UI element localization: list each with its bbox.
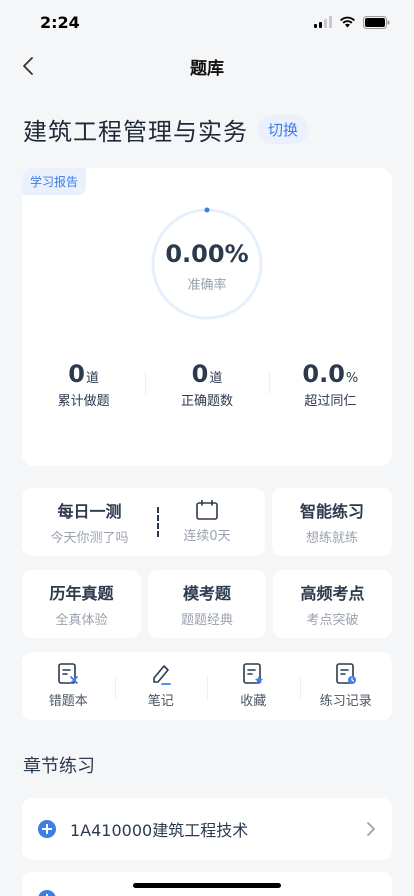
practice-record-icon [335,663,356,684]
accuracy-gauge-marker [204,207,210,213]
switch-subject-button[interactable]: 切换 [258,115,309,144]
mode-title: 模考题 [182,584,231,603]
tools-bar: 错题本 笔记 收藏 练习记录 [22,652,392,720]
stat-percentile: 0.0% 超过同仁 [268,360,392,409]
daily-test-title: 每日一测 [57,502,122,521]
past-exams-card[interactable]: 历年真题 全真体验 [22,570,141,638]
chapter-section-title: 章节练习 [23,756,95,777]
chevron-right-icon [367,822,375,836]
daily-test-info: 每日一测 今天你测了吗 [22,498,157,546]
daily-test-card[interactable]: 每日一测 今天你测了吗 连续0天 [22,488,265,556]
tool-label: 错题本 [48,694,88,709]
wrong-book-icon [58,663,79,684]
subject-header: 建筑工程管理与实务 切换 [23,112,309,147]
daily-test-subtitle: 今天你测了吗 [50,531,129,546]
mock-exams-card[interactable]: 模考题 题题经典 [148,570,266,638]
status-time: 2:24 [40,12,80,32]
study-report-card[interactable]: 学习报告 0.00% 准确率 0道 累计做题 0道 正确题数 0.0% 超过同仁 [22,168,392,466]
subject-title: 建筑工程管理与实务 [23,118,248,146]
note-pen-icon [152,665,171,685]
stat-unit: 道 [86,371,100,386]
daily-streak: 连续0天 [167,500,247,544]
signal-icon [314,16,332,28]
smart-practice-subtitle: 想练就练 [305,531,358,546]
battery-icon [363,15,390,29]
accuracy-label: 准确率 [187,278,227,293]
tool-label: 收藏 [240,694,267,709]
calendar-icon [196,500,218,520]
key-points-card[interactable]: 高频考点 考点突破 [273,570,392,638]
smart-practice-title: 智能练习 [299,502,364,521]
report-stats: 0道 累计做题 0道 正确题数 0.0% 超过同仁 [22,360,392,409]
expand-plus-icon[interactable] [38,890,56,896]
chapter-item[interactable]: 1A410000建筑工程技术 [22,798,392,860]
mode-subtitle: 全真体验 [55,613,108,628]
tool-label: 练习记录 [319,694,372,709]
back-button[interactable] [18,56,38,76]
chapter-label: 1A410000建筑工程技术 [70,821,249,840]
tool-label: 笔记 [147,694,174,709]
expand-plus-icon[interactable] [38,820,56,838]
study-report-tag: 学习报告 [22,168,87,195]
accuracy-value: 0.00% [165,240,249,268]
favorite-icon [243,663,264,684]
smart-practice-card[interactable]: 智能练习 想练就练 [272,488,392,556]
daily-streak-label: 连续0天 [183,529,231,544]
home-indicator [133,883,281,888]
tool-practice-records[interactable]: 练习记录 [299,663,393,709]
stat-unit: % [345,371,359,386]
mode-subtitle: 题题经典 [180,613,233,628]
daily-divider [157,507,159,537]
mode-title: 高频考点 [300,584,365,603]
mode-title: 历年真题 [49,584,114,603]
nav-bar: 题库 [0,44,414,88]
tool-wrong-book[interactable]: 错题本 [22,663,115,709]
page-title: 题库 [190,58,224,79]
stat-value: 0 [191,360,209,388]
stat-total-questions: 0道 累计做题 [22,360,145,409]
stat-label: 正确题数 [180,394,233,409]
stat-unit: 道 [209,371,223,386]
mode-subtitle: 考点突破 [306,613,359,628]
stat-value: 0.0 [302,360,345,388]
chevron-left-icon [23,57,33,75]
wifi-icon [340,16,355,28]
status-icons [314,15,390,29]
stat-label: 超过同仁 [304,394,357,409]
tool-favorites[interactable]: 收藏 [207,663,300,709]
status-bar: 2:24 [0,0,414,44]
stat-label: 累计做题 [57,394,110,409]
tool-notes[interactable]: 笔记 [114,663,208,709]
stat-correct-questions: 0道 正确题数 [145,360,268,409]
stat-value: 0 [68,360,85,388]
